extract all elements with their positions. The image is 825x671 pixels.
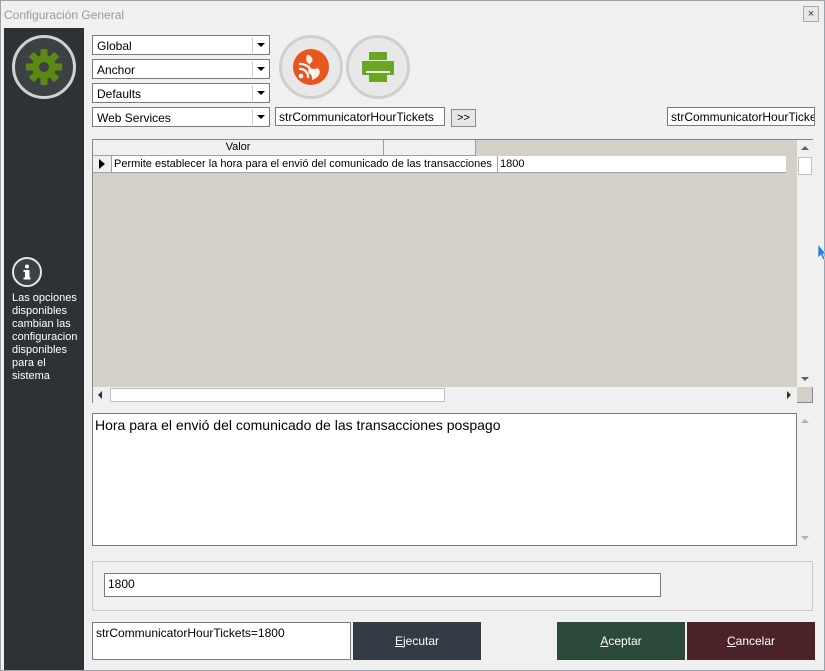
info-icon (12, 257, 42, 287)
scroll-up-icon[interactable] (797, 413, 813, 429)
anchor-combo[interactable]: Anchor (92, 59, 270, 79)
gear-icon (12, 35, 76, 99)
settings-grid: Descripción Valor Permite establecer la … (92, 139, 813, 403)
chevron-down-icon[interactable] (252, 85, 268, 101)
command-input[interactable]: strCommunicatorHourTickets=1800 (92, 622, 351, 660)
execute-label: jecutar (402, 634, 440, 648)
close-button[interactable]: × (803, 6, 819, 22)
title-bar: Configuración General × (1, 1, 824, 28)
description-scrollbar[interactable] (797, 413, 813, 546)
scroll-left-icon[interactable] (93, 387, 109, 403)
sidebar-info-text: Las opciones disponibles cambian las con… (12, 292, 78, 382)
sidebar: Las opciones disponibles cambian las con… (4, 28, 84, 670)
accept-label: ceptar (608, 634, 642, 648)
rss-globe-icon (293, 49, 329, 85)
go-button[interactable]: >> (451, 109, 476, 127)
chevron-down-icon[interactable] (252, 61, 268, 77)
cancel-accelerator: C (726, 634, 736, 648)
column-header-value[interactable]: Valor (93, 140, 384, 156)
defaults-combo-value: Defaults (97, 87, 142, 101)
anchor-combo-value: Anchor (97, 63, 136, 77)
category-combo[interactable]: Web Services (92, 107, 270, 127)
row-description-cell[interactable]: Permite establecer la hora para el envió… (114, 158, 492, 170)
cancel-label: ancelar (735, 634, 776, 648)
cancel-button[interactable]: Cancelar (687, 622, 815, 660)
mouse-cursor-icon (818, 244, 825, 261)
execute-button[interactable]: Ejecutar (353, 622, 481, 660)
scroll-thumb[interactable] (798, 157, 812, 175)
grid-vertical-scrollbar[interactable] (797, 140, 813, 387)
scroll-up-icon[interactable] (797, 140, 813, 156)
chevron-down-icon[interactable] (252, 109, 268, 125)
table-row[interactable]: Permite establecer la hora para el envió… (93, 156, 786, 173)
selected-key-field[interactable]: strCommunicatorHourTickets (667, 107, 815, 126)
defaults-combo[interactable]: Defaults (92, 83, 270, 103)
value-input[interactable]: 1800 (104, 573, 661, 597)
printer-icon (362, 52, 394, 82)
scroll-down-icon[interactable] (797, 371, 813, 387)
category-combo-value: Web Services (97, 111, 171, 125)
grid-horizontal-scrollbar[interactable] (93, 387, 797, 403)
row-selector-icon (93, 156, 112, 172)
accept-button[interactable]: Aceptar (557, 622, 685, 660)
web-services-button[interactable] (279, 35, 343, 99)
description-textarea[interactable]: Hora para el envió del comunicado de las… (92, 413, 797, 546)
chevron-down-icon[interactable] (252, 37, 268, 53)
window-title: Configuración General (4, 8, 125, 22)
key-search-input[interactable]: strCommunicatorHourTickets (275, 107, 445, 126)
scope-combo[interactable]: Global (92, 35, 270, 55)
scope-combo-value: Global (97, 39, 132, 53)
scroll-down-icon[interactable] (797, 530, 813, 546)
scroll-right-icon[interactable] (781, 387, 797, 403)
scroll-thumb[interactable] (110, 388, 445, 402)
config-window: Configuración General × Las opciones dis… (0, 0, 825, 671)
execute-accelerator: E (394, 634, 403, 648)
row-value-cell[interactable]: 1800 (497, 156, 524, 172)
print-button[interactable] (346, 35, 410, 99)
